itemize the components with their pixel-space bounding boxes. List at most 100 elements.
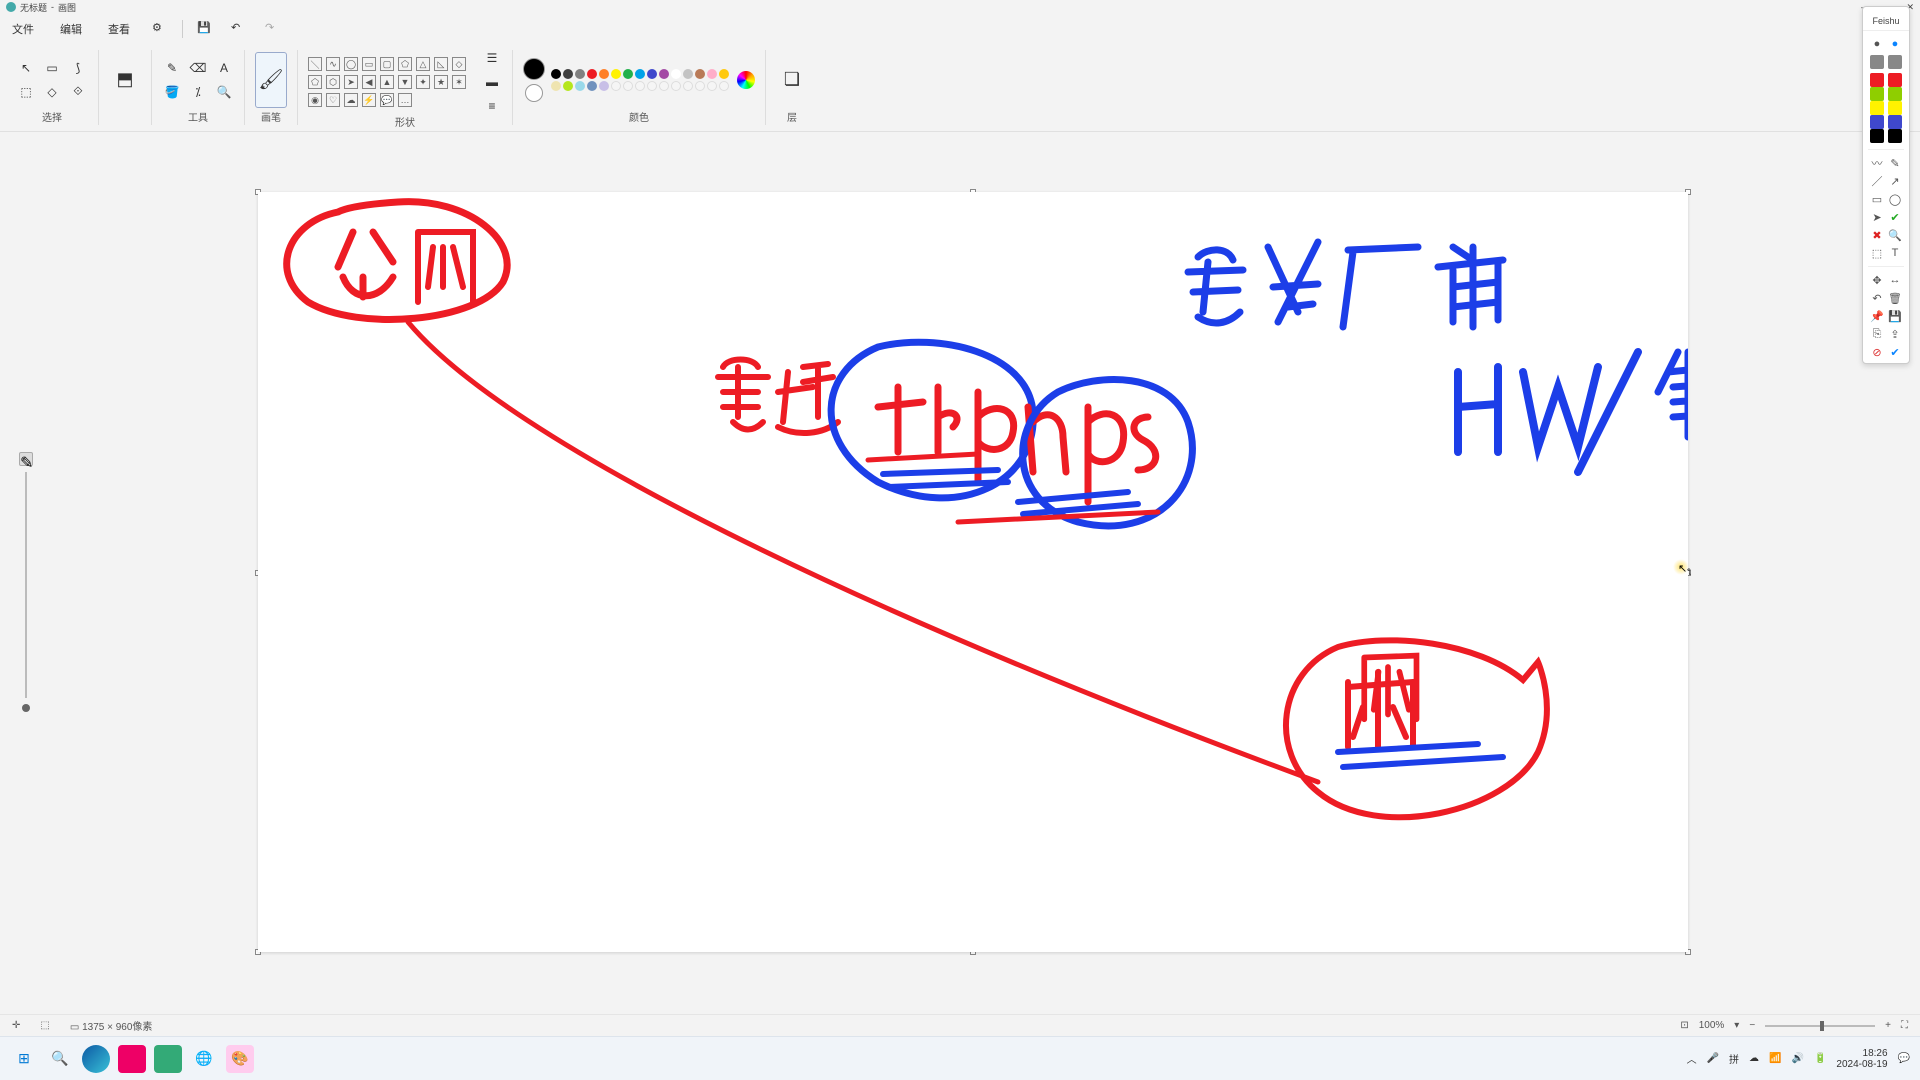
color-swatch[interactable] [599, 69, 609, 79]
tray-notifications-icon[interactable]: 💬 [1898, 1053, 1910, 1064]
floating-palette[interactable]: Feishu ●● 〰✎ ／↗ ▭◯ ➤✔ ✖🔍 ⬚T ✥↔ ↶🗑 📌💾 ⎘⇪ … [1862, 6, 1910, 364]
shape-star6-icon[interactable]: ✶ [452, 75, 466, 89]
shape-arrowr-icon[interactable]: ➤ [344, 75, 358, 89]
float-sw-gray2[interactable] [1888, 55, 1902, 69]
shape-oval-icon[interactable]: ◯ [344, 57, 358, 71]
rect-select-icon[interactable]: ▭ [42, 58, 62, 78]
color-swatch[interactable] [599, 81, 609, 91]
color-swatch[interactable] [659, 69, 669, 79]
text-icon[interactable]: A [214, 58, 234, 78]
lasso-icon[interactable]: ⟆ [68, 58, 88, 78]
color-palette[interactable] [551, 69, 731, 91]
edit-colors-icon[interactable] [737, 71, 755, 89]
float-color-swatch[interactable] [1870, 129, 1884, 143]
eyedropper-icon[interactable]: ⁒ [188, 82, 208, 102]
tray-volume-icon[interactable]: 🔊 [1791, 1053, 1803, 1064]
float-pin-icon[interactable]: 📌 [1870, 309, 1884, 323]
crop-icon[interactable]: ⬒ [109, 52, 141, 108]
menu-edit[interactable]: 编辑 [56, 17, 86, 41]
cursor-tool-icon[interactable]: ↖ [16, 58, 36, 78]
float-color-swatch[interactable] [1870, 87, 1884, 101]
color-swatch[interactable] [671, 69, 681, 79]
zoom-out-icon[interactable]: − [1749, 1020, 1755, 1031]
float-close-icon[interactable]: ⊘ [1870, 345, 1884, 359]
paint-icon[interactable]: 🎨 [226, 1045, 254, 1073]
float-save2-icon[interactable]: 💾 [1888, 309, 1902, 323]
float-move-icon[interactable]: ✥ [1870, 273, 1884, 287]
float-rect-icon[interactable]: ⬚ [1870, 246, 1884, 260]
tray-wifi-icon[interactable]: 📶 [1769, 1053, 1781, 1064]
shape-rect-icon[interactable]: ▭ [362, 57, 376, 71]
slider-thumb[interactable] [22, 704, 30, 712]
color-swatch[interactable] [683, 69, 693, 79]
float-line-icon[interactable]: ／ [1870, 174, 1884, 188]
shape-roundrect-icon[interactable]: ▢ [380, 57, 394, 71]
zoom-dropdown-icon[interactable]: ▾ [1734, 1020, 1739, 1031]
start-icon[interactable]: ⊞ [10, 1045, 38, 1073]
pencil-icon[interactable]: ✎ [162, 58, 182, 78]
shape-polygon-icon[interactable]: ⬠ [398, 57, 412, 71]
color-swatch[interactable] [683, 81, 693, 91]
free-select-icon[interactable]: ◇ [42, 82, 62, 102]
shape-fill-icon[interactable]: ▬ [482, 72, 502, 92]
tray-mic-icon[interactable]: 🎤 [1707, 1053, 1719, 1064]
float-pen-icon[interactable]: 〰 [1870, 156, 1884, 170]
float-sw-gray[interactable] [1870, 55, 1884, 69]
brush-icon[interactable]: 🖌 [255, 52, 287, 108]
shape-hexagon-icon[interactable]: ⬡ [326, 75, 340, 89]
shape-arrowu-icon[interactable]: ▲ [380, 75, 394, 89]
color-swatch[interactable] [587, 81, 597, 91]
app2-icon[interactable] [154, 1045, 182, 1073]
color-swatch[interactable] [707, 81, 717, 91]
float-color-swatch[interactable] [1870, 73, 1884, 87]
fit-icon[interactable]: ⊡ [1680, 1020, 1688, 1031]
color-swatch[interactable] [719, 69, 729, 79]
layers-icon[interactable]: ❏ [776, 52, 808, 108]
settings-icon[interactable]: ⚙ [152, 21, 168, 37]
slider-track[interactable] [25, 472, 27, 698]
shape-bubble-icon[interactable]: 💬 [380, 93, 394, 107]
float-trash-icon[interactable]: 🗑 [1888, 291, 1902, 305]
shape-weight-icon[interactable]: ≡ [482, 96, 502, 116]
color-swatch[interactable] [623, 81, 633, 91]
search-icon[interactable]: 🔍 [46, 1045, 74, 1073]
color-swatch[interactable] [611, 81, 621, 91]
tray-cloud-icon[interactable]: ☁ [1749, 1053, 1759, 1064]
tray-clock[interactable]: 18:26 2024-08-19 [1836, 1048, 1887, 1070]
undo-icon[interactable]: ↶ [231, 21, 247, 37]
drawing-canvas[interactable]: ↖ใ [258, 192, 1688, 952]
shape-pentagon-icon[interactable]: ⬠ [308, 75, 322, 89]
color-swatch[interactable] [719, 81, 729, 91]
float-color-swatch[interactable] [1888, 115, 1902, 129]
shape-star4-icon[interactable]: ✦ [416, 75, 430, 89]
tray-battery-icon[interactable]: 🔋 [1814, 1053, 1826, 1064]
color-swatch[interactable] [551, 69, 561, 79]
color-swatch[interactable] [611, 69, 621, 79]
color-swatch[interactable] [647, 81, 657, 91]
float-zoom-icon[interactable]: 🔍 [1888, 228, 1902, 242]
shape-cloud-icon[interactable]: ☁ [344, 93, 358, 107]
float-share-icon[interactable]: ⇪ [1888, 327, 1902, 341]
shape-diamond-icon[interactable]: ◇ [452, 57, 466, 71]
float-ok-icon[interactable]: ✔ [1888, 345, 1902, 359]
float-dot2-icon[interactable]: ● [1888, 37, 1902, 51]
color-swatch[interactable] [695, 69, 705, 79]
color2-swatch[interactable] [525, 84, 543, 102]
color-swatch[interactable] [587, 69, 597, 79]
shape-line-icon[interactable]: ＼ [308, 57, 322, 71]
menu-file[interactable]: 文件 [8, 17, 38, 41]
shape-outline-icon[interactable]: ☰ [482, 48, 502, 68]
color-swatch[interactable] [635, 81, 645, 91]
float-undo-icon[interactable]: ↶ [1870, 291, 1884, 305]
float-oval2-icon[interactable]: ◯ [1888, 192, 1902, 206]
color-swatch[interactable] [623, 69, 633, 79]
shape-callout-icon[interactable]: ◉ [308, 93, 322, 107]
eraser-icon[interactable]: ⌫ [188, 58, 208, 78]
shape-more-icon[interactable]: … [398, 93, 412, 107]
color-swatch[interactable] [695, 81, 705, 91]
zoom-value[interactable]: 100% [1699, 1020, 1725, 1031]
shape-star5-icon[interactable]: ★ [434, 75, 448, 89]
color1-swatch[interactable] [523, 58, 545, 80]
color-swatch[interactable] [575, 69, 585, 79]
color-swatch[interactable] [551, 81, 561, 91]
